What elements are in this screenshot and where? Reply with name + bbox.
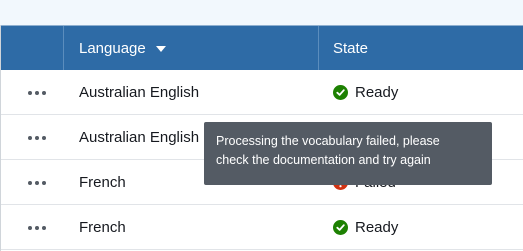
language-column-label: Language [79, 39, 146, 57]
table-row: French Ready [1, 205, 523, 250]
language-cell: Australian English [79, 84, 200, 101]
state-label: Ready [355, 84, 399, 101]
failure-tooltip: Processing the vocabulary failed, please… [204, 122, 492, 185]
check-circle-icon [333, 85, 348, 100]
table-row: Australian English Ready [1, 70, 523, 115]
more-actions-icon[interactable] [28, 225, 46, 230]
row-actions-cell [28, 70, 64, 115]
more-actions-icon[interactable] [28, 90, 46, 95]
row-actions-cell [28, 205, 64, 250]
more-actions-icon[interactable] [28, 135, 46, 140]
state-label: Ready [355, 219, 399, 236]
caret-down-icon[interactable] [155, 46, 166, 52]
language-column-header[interactable]: Language [64, 26, 319, 70]
tooltip-line-1: Processing the vocabulary failed, please [216, 134, 440, 148]
state-cell: Ready [333, 70, 523, 115]
top-panel-band [0, 0, 523, 25]
more-actions-icon[interactable] [28, 180, 46, 185]
row-actions-cell [28, 115, 64, 160]
table-header-row: Language State [1, 25, 523, 70]
state-column-header[interactable]: State [319, 26, 523, 70]
state-cell: Ready [333, 205, 523, 250]
row-actions-cell [28, 160, 64, 205]
state-column-label: State [333, 39, 369, 57]
language-cell: French [79, 219, 126, 236]
tooltip-line-2: check the documentation and try again [216, 153, 431, 167]
actions-column-header [1, 26, 64, 70]
check-circle-icon [333, 220, 348, 235]
